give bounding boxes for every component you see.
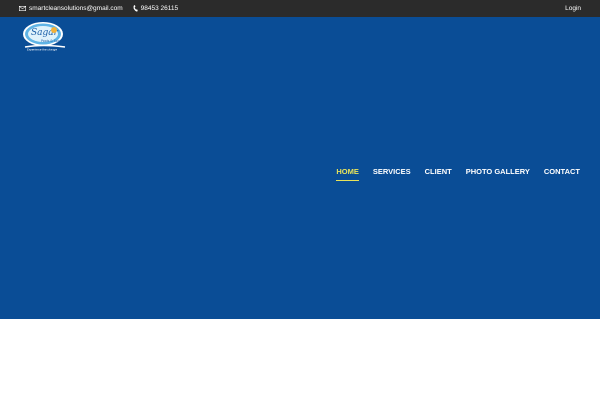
nav-item-services[interactable]: SERVICES — [373, 167, 411, 179]
email-text: smartcleansolutions@gmail.com — [29, 5, 123, 12]
hero-section: Sagar Pools & Spa Experience the change … — [0, 17, 600, 319]
nav-item-contact[interactable]: CONTACT — [544, 167, 580, 179]
page-content — [0, 319, 600, 400]
nav-item-home[interactable]: HOME — [336, 167, 359, 181]
main-nav: HOME SERVICES CLIENT PHOTO GALLERY CONTA… — [322, 167, 580, 181]
phone-link[interactable]: 98453 26115 — [133, 5, 178, 12]
nav-item-photo-gallery[interactable]: PHOTO GALLERY — [466, 167, 530, 179]
phone-text: 98453 26115 — [140, 5, 179, 12]
top-bar-contact: smartcleansolutions@gmail.com 98453 2611… — [0, 0, 188, 17]
top-bar: smartcleansolutions@gmail.com 98453 2611… — [0, 0, 600, 17]
logo-sub-text: Pools & Spa — [41, 39, 60, 43]
envelope-icon — [19, 6, 26, 11]
site-logo[interactable]: Sagar Pools & Spa Experience the change — [21, 20, 69, 52]
phone-icon — [133, 5, 138, 12]
nav-item-client[interactable]: CLIENT — [425, 167, 452, 179]
login-link[interactable]: Login — [565, 0, 581, 17]
email-link[interactable]: smartcleansolutions@gmail.com — [19, 5, 123, 12]
logo-tagline-text: Experience the change — [27, 48, 57, 52]
